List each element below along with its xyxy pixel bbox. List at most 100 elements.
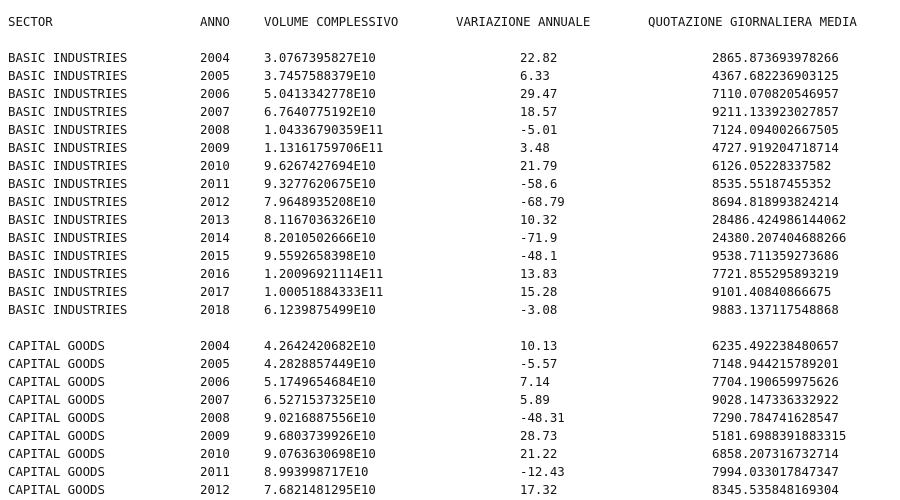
cell-quotazione: 7721.855295893219	[712, 266, 839, 281]
cell-quotazione: 24380.207404688266	[712, 230, 847, 245]
cell-variazione: 17.32	[520, 482, 558, 497]
cell-anno: 2013	[200, 212, 230, 227]
cell-anno: 2009	[200, 428, 230, 443]
cell-variazione: 21.79	[520, 158, 558, 173]
cell-variazione: 18.57	[520, 104, 558, 119]
cell-variazione: -48.31	[520, 410, 565, 425]
cell-anno: 2006	[200, 374, 230, 389]
cell-sector: CAPITAL GOODS	[8, 374, 105, 389]
cell-anno: 2009	[200, 140, 230, 155]
cell-quotazione: 6235.492238480657	[712, 338, 839, 353]
cell-volume: 3.7457588379E10	[264, 68, 376, 83]
cell-sector: CAPITAL GOODS	[8, 464, 105, 479]
cell-anno: 2006	[200, 86, 230, 101]
cell-anno: 2010	[200, 158, 230, 173]
cell-anno: 2010	[200, 446, 230, 461]
cell-variazione: -12.43	[520, 464, 565, 479]
cell-variazione: 5.89	[520, 392, 550, 407]
header-variazione: VARIAZIONE ANNUALE	[456, 14, 591, 29]
cell-sector: BASIC INDUSTRIES	[8, 176, 128, 191]
cell-variazione: -58.6	[520, 176, 558, 191]
cell-variazione: -5.01	[520, 122, 558, 137]
cell-quotazione: 8345.535848169304	[712, 482, 839, 497]
cell-anno: 2017	[200, 284, 230, 299]
cell-sector: CAPITAL GOODS	[8, 356, 105, 371]
cell-variazione: -48.1	[520, 248, 558, 263]
cell-quotazione: 2865.873693978266	[712, 50, 839, 65]
cell-variazione: 21.22	[520, 446, 558, 461]
cell-anno: 2005	[200, 68, 230, 83]
cell-sector: BASIC INDUSTRIES	[8, 302, 128, 317]
cell-anno: 2015	[200, 248, 230, 263]
cell-quotazione: 7704.190659975626	[712, 374, 839, 389]
cell-sector: BASIC INDUSTRIES	[8, 122, 128, 137]
cell-sector: CAPITAL GOODS	[8, 392, 105, 407]
cell-volume: 3.0767395827E10	[264, 50, 376, 65]
cell-anno: 2012	[200, 194, 230, 209]
cell-quotazione: 8694.818993824214	[712, 194, 839, 209]
cell-sector: CAPITAL GOODS	[8, 446, 105, 461]
cell-anno: 2004	[200, 338, 230, 353]
cell-sector: BASIC INDUSTRIES	[8, 212, 128, 227]
cell-anno: 2007	[200, 392, 230, 407]
cell-anno: 2014	[200, 230, 230, 245]
cell-volume: 5.1749654684E10	[264, 374, 376, 389]
cell-anno: 2008	[200, 410, 230, 425]
cell-anno: 2007	[200, 104, 230, 119]
header-volume: VOLUME COMPLESSIVO	[264, 14, 399, 29]
cell-anno: 2008	[200, 122, 230, 137]
cell-volume: 8.2010502666E10	[264, 230, 376, 245]
cell-quotazione: 9883.137117548868	[712, 302, 839, 317]
cell-sector: BASIC INDUSTRIES	[8, 248, 128, 263]
header-quotazione: QUOTAZIONE GIORNALIERA MEDIA	[648, 14, 857, 29]
cell-variazione: -3.08	[520, 302, 558, 317]
cell-sector: BASIC INDUSTRIES	[8, 104, 128, 119]
cell-variazione: 10.32	[520, 212, 558, 227]
cell-quotazione: 8535.55187455352	[712, 176, 832, 191]
header-sector: SECTOR	[8, 14, 53, 29]
cell-sector: CAPITAL GOODS	[8, 410, 105, 425]
cell-quotazione: 9101.40840866675	[712, 284, 832, 299]
cell-variazione: 29.47	[520, 86, 558, 101]
cell-quotazione: 4727.919204718714	[712, 140, 839, 155]
cell-sector: BASIC INDUSTRIES	[8, 50, 128, 65]
cell-quotazione: 7110.070820546957	[712, 86, 839, 101]
cell-quotazione: 7148.944215789201	[712, 356, 839, 371]
cell-variazione: 28.73	[520, 428, 558, 443]
cell-variazione: 3.48	[520, 140, 550, 155]
cell-anno: 2011	[200, 464, 230, 479]
cell-sector: BASIC INDUSTRIES	[8, 194, 128, 209]
cell-sector: BASIC INDUSTRIES	[8, 86, 128, 101]
cell-quotazione: 6858.207316732714	[712, 446, 839, 461]
cell-volume: 8.1167036326E10	[264, 212, 376, 227]
cell-sector: CAPITAL GOODS	[8, 338, 105, 353]
cell-volume: 6.7640775192E10	[264, 104, 376, 119]
cell-sector: BASIC INDUSTRIES	[8, 284, 128, 299]
cell-variazione: 15.28	[520, 284, 558, 299]
header-row: SECTOR ANNO VOLUME COMPLESSIVO VARIAZION…	[0, 13, 857, 31]
cell-volume: 8.993998717E10	[264, 464, 369, 479]
cell-sector: BASIC INDUSTRIES	[8, 140, 128, 155]
cell-quotazione: 7124.094002667505	[712, 122, 839, 137]
cell-volume: 4.2642420682E10	[264, 338, 376, 353]
cell-volume: 4.2828857449E10	[264, 356, 376, 371]
cell-sector: CAPITAL GOODS	[8, 428, 105, 443]
cell-volume: 9.5592658398E10	[264, 248, 376, 263]
cell-quotazione: 9211.133923027857	[712, 104, 839, 119]
cell-sector: CAPITAL GOODS	[8, 482, 105, 497]
cell-variazione: -68.79	[520, 194, 565, 209]
header-anno: ANNO	[200, 14, 230, 29]
cell-variazione: 7.14	[520, 374, 550, 389]
cell-anno: 2016	[200, 266, 230, 281]
cell-sector: BASIC INDUSTRIES	[8, 230, 128, 245]
cell-quotazione: 7994.033017847347	[712, 464, 839, 479]
cell-variazione: 13.83	[520, 266, 558, 281]
cell-anno: 2011	[200, 176, 230, 191]
cell-sector: BASIC INDUSTRIES	[8, 68, 128, 83]
cell-volume: 9.0216887556E10	[264, 410, 376, 425]
cell-sector: BASIC INDUSTRIES	[8, 266, 128, 281]
cell-quotazione: 7290.784741628547	[712, 410, 839, 425]
cell-volume: 9.0763630698E10	[264, 446, 376, 461]
cell-anno: 2005	[200, 356, 230, 371]
cell-quotazione: 4367.682236903125	[712, 68, 839, 83]
